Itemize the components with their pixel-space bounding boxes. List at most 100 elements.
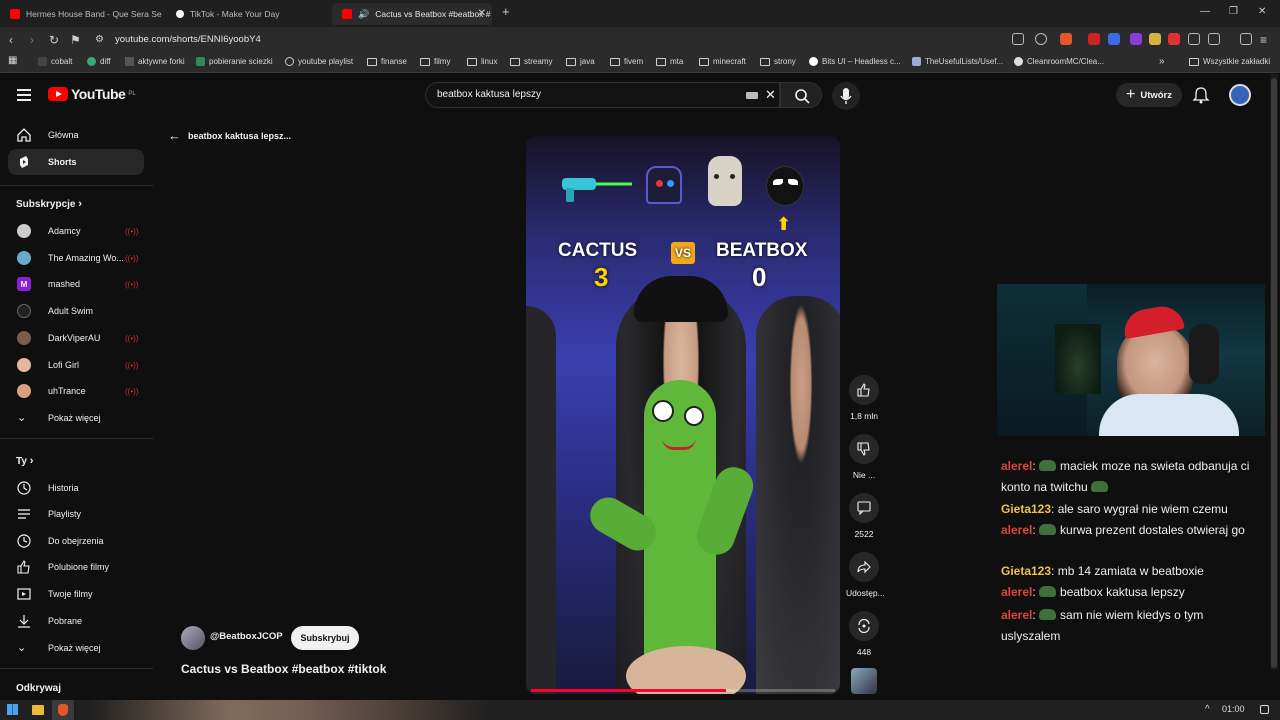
sidebar-item-downloads[interactable]: Pobrane [8,608,144,634]
extension-icon[interactable] [1149,33,1161,45]
like-button[interactable] [849,375,879,405]
bookmark-item[interactable]: diff [87,57,111,66]
bookmark-item[interactable]: youtube playlist [285,57,353,66]
extension-icon[interactable] [1108,33,1120,45]
search-button[interactable] [780,82,822,108]
bookmark-icon[interactable]: ⚑ [70,33,81,47]
hamburger-menu-icon[interactable] [17,89,31,104]
subscription-item[interactable]: M mashed ((•)) [8,271,144,297]
you-header[interactable]: Ty › [16,455,33,467]
subscription-item[interactable]: Adult Swim [8,298,144,324]
bookmark-folder[interactable]: minecraft [699,57,746,66]
subscription-item[interactable]: Lofi Girl ((•)) [8,352,144,378]
sidebar-item-your-videos[interactable]: Twoje filmy [8,581,144,607]
back-icon[interactable]: ‹ [9,33,13,47]
file-explorer-icon[interactable] [32,705,44,715]
bookmark-folder[interactable]: streamy [510,57,552,66]
remix-button[interactable] [849,611,879,641]
sidebar-item-liked[interactable]: Polubione filmy [8,554,144,580]
browser-tab-2[interactable]: TikTok - Make Your Day [166,3,328,25]
screen-icon[interactable] [1012,33,1024,45]
sidebar-item-watch-later[interactable]: Do obejrzenia [8,528,144,554]
bookmark-folder[interactable]: java [566,57,595,66]
sidebar-item-home[interactable]: Główna [8,122,144,148]
page-scrollbar[interactable] [1270,74,1278,670]
channel-avatar[interactable] [181,626,205,650]
dislike-action[interactable]: Nie ... [846,434,882,480]
progress-track[interactable] [531,689,835,692]
clear-search-icon[interactable]: ✕ [765,87,776,103]
search-input[interactable]: beatbox kaktusa lepszy [437,89,541,100]
youtube-logo[interactable]: YouTube PL [48,86,136,102]
close-tab-icon[interactable]: ✕ [478,8,486,19]
extension-icon[interactable] [1130,33,1142,45]
dislike-button[interactable] [849,434,879,464]
bookmark-folder[interactable]: linux [467,57,497,66]
reload-icon[interactable]: ↻ [49,33,59,47]
subscription-item[interactable]: uhTrance ((•)) [8,378,144,404]
create-button[interactable]: + Utwórz [1116,83,1182,107]
subscription-item[interactable]: Adamcy ((•)) [8,218,144,244]
back-to-search[interactable]: ← beatbox kaktusa lepsz... [168,128,291,143]
windows-start-icon[interactable] [7,704,18,715]
more-bookmarks-icon[interactable]: » [1159,56,1165,67]
comments-button[interactable] [849,493,879,523]
tray-expand-icon[interactable]: ^ [1205,704,1210,715]
subscribe-button[interactable]: Subskrybuj [291,626,359,650]
extension-icon[interactable] [1168,33,1180,45]
new-tab-icon[interactable]: + [502,4,510,19]
bookmark-item[interactable]: pobieranie sciezki [196,57,273,66]
channel-handle[interactable]: @BeatboxJCOP [210,631,283,642]
bookmark-folder[interactable]: finanse [367,57,407,66]
url-field[interactable]: youtube.com/shorts/ENNI6yoobY4 [115,34,261,45]
bookmark-folder[interactable]: mta [656,57,683,66]
restore-icon[interactable]: ❐ [1229,6,1238,17]
bookmark-item[interactable]: TheUsefulLists/Usef... [912,57,1003,66]
show-more-you[interactable]: ⌄ Pokaż więcej [8,635,144,661]
account-avatar[interactable] [1229,84,1251,106]
like-action[interactable]: 1,8 mln [846,375,882,421]
menu-icon[interactable]: ≡ [1260,33,1267,47]
clock-time[interactable]: 01:00 [1222,704,1245,714]
short-video-player[interactable]: ⬆ CACTUS 3 VS BEATBOX 0 [526,136,840,694]
subscription-item[interactable]: The Amazing Wo... ((•)) [8,245,144,271]
bookmark-folder[interactable]: filmy [420,57,450,66]
sound-thumbnail[interactable] [851,668,877,694]
bookmark-folder[interactable]: fivem [610,57,643,66]
sidebar-item-shorts[interactable]: Shorts [8,149,144,175]
apps-icon[interactable]: ▦ [8,55,17,66]
keyboard-icon[interactable] [746,92,758,99]
puzzle-icon[interactable] [1188,33,1200,45]
minimize-icon[interactable]: — [1200,6,1210,17]
bookmark-item[interactable]: aktywne forki [125,57,185,66]
forward-icon[interactable]: › [30,33,34,47]
comments-action[interactable]: 2522 [846,493,882,539]
search-box[interactable]: beatbox kaktusa lepszy ✕ [425,82,780,108]
sidebar-item-playlists[interactable]: Playlisty [8,501,144,527]
playlist-icon[interactable] [1240,33,1252,45]
bookmark-item[interactable]: Bits UI – Headless c... [809,57,901,66]
bookmark-folder[interactable]: strony [760,57,796,66]
window-close-icon[interactable]: ✕ [1258,6,1266,17]
all-bookmarks[interactable]: Wszystkie zakładki [1189,57,1270,66]
show-more-subscriptions[interactable]: ⌄ Pokaż więcej [8,405,144,431]
remix-action[interactable]: 448 [846,611,882,657]
extension-icon[interactable] [1088,33,1100,45]
site-info-icon[interactable]: ⚙ [95,34,104,45]
scrollbar-thumb[interactable] [1271,78,1277,668]
bookmark-item[interactable]: CleanroomMC/Clea... [1014,57,1104,66]
voice-search-button[interactable] [832,82,860,110]
subscriptions-header[interactable]: Subskrypcje › [16,198,82,210]
sidebar-icon[interactable] [1208,33,1220,45]
notifications-icon[interactable] [1260,705,1269,714]
sidebar-item-history[interactable]: Historia [8,475,144,501]
subscription-item[interactable]: DarkViperAU ((•)) [8,325,144,351]
share-button[interactable] [849,552,879,582]
brave-shield-icon[interactable] [1060,33,1072,45]
notifications-bell-icon[interactable] [1192,86,1210,104]
share-action[interactable]: Udostęp... [846,552,885,598]
share-icon[interactable] [1035,33,1047,45]
browser-tab-active[interactable]: 🔊 Cactus vs Beatbox #beatbox # ✕ [332,3,492,25]
bookmark-item[interactable]: cobalt [38,57,72,66]
browser-tab-1[interactable]: Hermes House Band - Que Sera Sera [0,3,162,25]
